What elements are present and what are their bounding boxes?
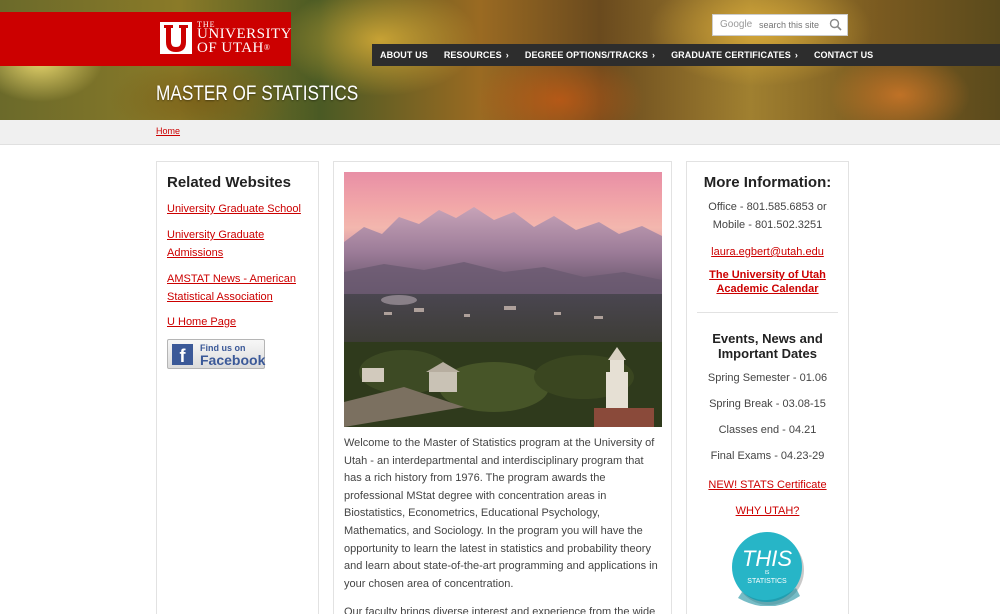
link-graduate-admissions[interactable]: University Graduate Admissions [167, 226, 312, 262]
logo-line-1: UNIVERSITY [197, 26, 292, 42]
nav-contact-us[interactable]: CONTACT US [806, 50, 881, 60]
office-phone-text: Office - 801.585.6853 or Mobile - 801.50… [708, 201, 827, 231]
badge-big-text: THIS [742, 546, 792, 571]
facebook-name-text: Facebook [200, 352, 266, 368]
intro-paragraph: Welcome to the Master of Statistics prog… [344, 437, 658, 590]
block-u-icon[interactable] [160, 22, 192, 54]
salt-lake-campus-photo [344, 172, 662, 427]
faculty-paragraph: Our faculty brings diverse interest and … [344, 606, 656, 614]
search-box[interactable]: Google [712, 14, 848, 36]
facebook-badge[interactable]: f Find us on Facebook [167, 339, 265, 369]
search-input[interactable] [759, 18, 829, 32]
chevron-right-icon: › [505, 50, 509, 60]
google-brand: Google [720, 19, 753, 30]
event-item: Classes end - 04.21 [718, 424, 817, 436]
divider [697, 312, 838, 313]
chevron-right-icon: › [794, 50, 798, 60]
header-banner: THE UNIVERSITY OF UTAH® Google ABOUT US … [0, 0, 1000, 120]
event-item: Final Exams - 04.23-29 [710, 450, 825, 462]
chevron-right-icon: › [651, 50, 656, 60]
nav-degree-options[interactable]: DEGREE OPTIONS/TRACKS › [517, 50, 663, 60]
page-title: MASTER OF STATISTICS [156, 82, 359, 105]
link-u-home-page[interactable]: U Home Page [167, 313, 312, 331]
events-heading: Events, News and Important Dates [712, 331, 823, 361]
related-websites-heading: Related Websites [167, 174, 291, 191]
main-nav: ABOUT US RESOURCES › DEGREE OPTIONS/TRACK… [372, 44, 1000, 66]
nav-resources[interactable]: RESOURCES › [436, 50, 517, 60]
main-content-panel: Welcome to the Master of Statistics prog… [333, 161, 672, 614]
this-is-statistics-badge[interactable]: THIS IS STATISTICS [730, 530, 806, 606]
event-item: Spring Break - 03.08-15 [709, 398, 826, 410]
badge-small-text: IS [765, 570, 770, 576]
logo-wordmark: UNIVERSITY OF UTAH® [197, 26, 292, 56]
search-icon[interactable] [829, 18, 842, 31]
academic-calendar-link[interactable]: The University of Utah Academic Calendar [687, 268, 848, 296]
stats-certificate-link[interactable]: NEW! STATS Certificate [687, 478, 848, 492]
email-link[interactable]: laura.egbert@utah.edu [687, 245, 848, 259]
nav-about-us[interactable]: ABOUT US [372, 50, 436, 60]
badge-bottom-text: STATISTICS [747, 578, 787, 585]
mountain-scene-image [344, 207, 662, 427]
why-utah-link[interactable]: WHY UTAH? [687, 504, 848, 518]
more-information-heading: More Information: [703, 174, 832, 191]
related-websites-panel: Related Websites University Graduate Sch… [156, 161, 319, 614]
facebook-icon: f [172, 344, 193, 366]
breadcrumb: Home [0, 120, 1000, 145]
breadcrumb-home-link[interactable]: Home [156, 126, 180, 136]
event-item: Spring Semester - 01.06 [707, 372, 828, 384]
link-graduate-school[interactable]: University Graduate School [167, 200, 312, 218]
logo-line-2: OF UTAH® [197, 40, 271, 56]
nav-graduate-certificates[interactable]: GRADUATE CERTIFICATES › [663, 50, 806, 60]
more-information-panel: More Information: Office - 801.585.6853 … [686, 161, 849, 614]
link-amstat-news[interactable]: AMSTAT News - American Statistical Assoc… [167, 270, 312, 306]
